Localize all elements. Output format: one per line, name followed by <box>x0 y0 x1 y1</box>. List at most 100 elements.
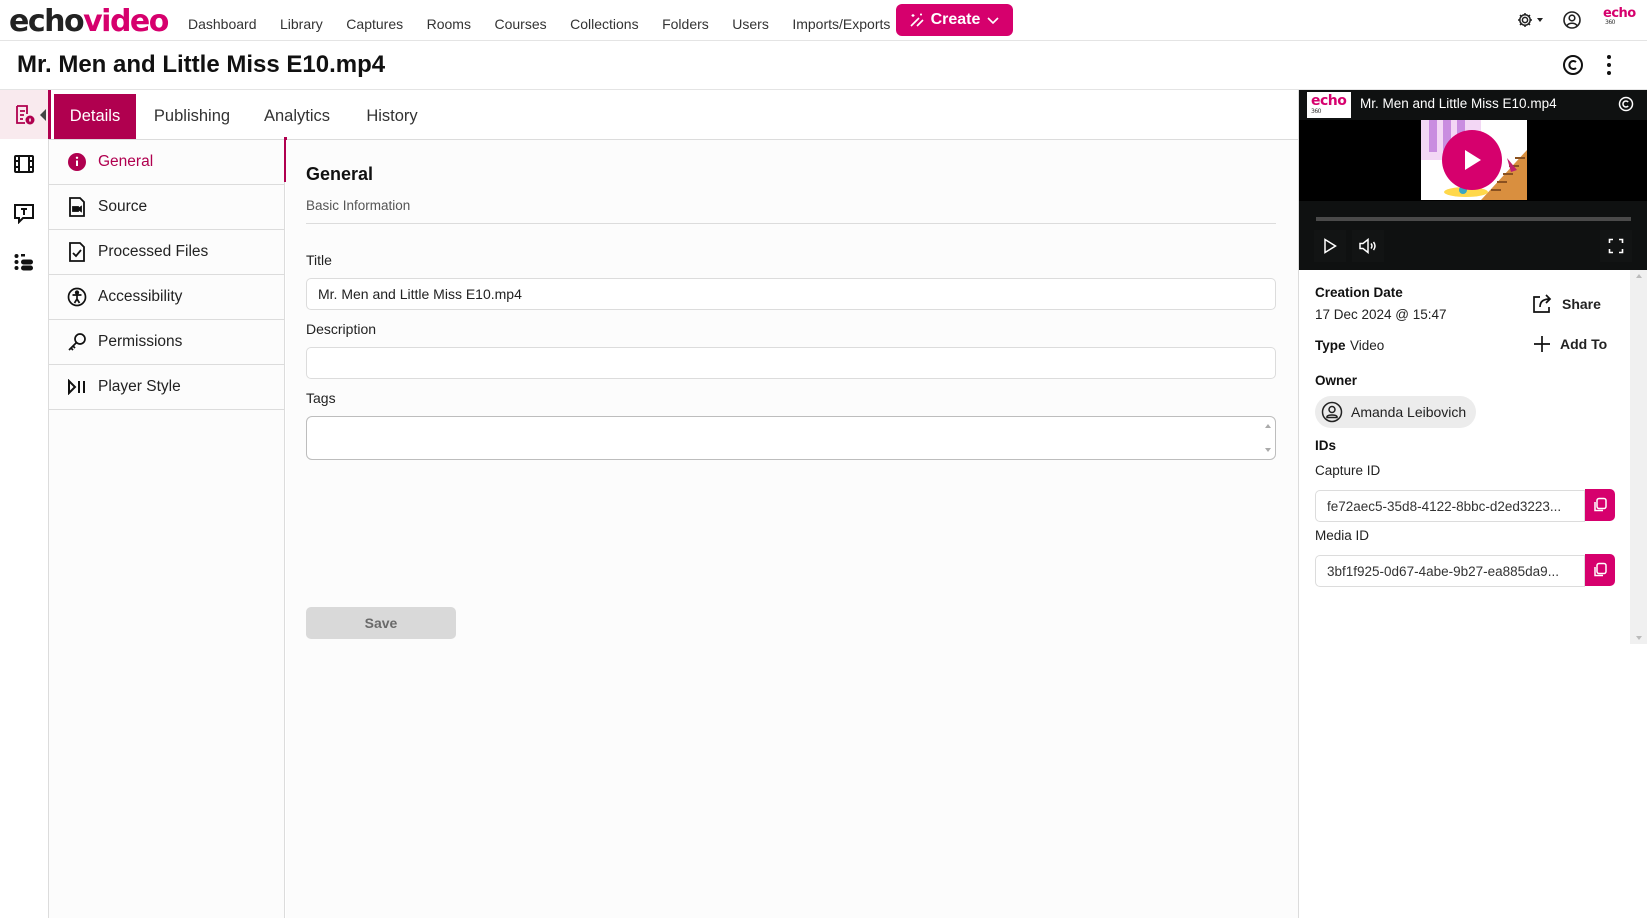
list-settings-icon <box>14 253 33 270</box>
echovideo-logo[interactable]: echovideo <box>9 4 169 39</box>
title-input[interactable]: Mr. Men and Little Miss E10.mp4 <box>306 278 1276 310</box>
media-id-field[interactable]: 3bf1f925-0d67-4abe-9b27-ea885da9... <box>1315 555 1585 587</box>
tab-analytics[interactable]: Analytics <box>252 94 342 139</box>
user-account-button[interactable] <box>1562 10 1582 35</box>
title-label: Title <box>306 252 332 268</box>
details-subnav: General Source Processed Files Accessibi… <box>49 137 287 918</box>
tab-publishing[interactable]: Publishing <box>142 94 242 139</box>
user-circle-icon <box>1321 401 1343 423</box>
copyright-icon <box>1618 96 1634 112</box>
share-button[interactable]: Share <box>1532 294 1601 314</box>
detail-tabs: Details Publishing Analytics History <box>49 90 1298 140</box>
nav-imports-exports[interactable]: Imports/Exports <box>792 16 890 32</box>
file-check-icon <box>69 242 85 262</box>
copyright-icon <box>1563 55 1583 75</box>
nav-dashboard[interactable]: Dashboard <box>188 16 257 32</box>
play-button[interactable] <box>1314 230 1346 262</box>
section-divider <box>306 223 1276 224</box>
chevron-down-icon <box>987 17 999 25</box>
copyright-button[interactable] <box>1562 54 1584 81</box>
owner-chip[interactable]: Amanda Leibovich <box>1315 396 1477 428</box>
copy-capture-id-button[interactable] <box>1585 489 1615 521</box>
subnav-player-style[interactable]: Player Style <box>49 365 285 410</box>
top-nav: echovideo Dashboard Library Captures Roo… <box>0 0 1647 41</box>
rail-captions[interactable] <box>0 188 48 237</box>
share-icon <box>1533 294 1552 313</box>
player-controls <box>1299 201 1647 270</box>
scroll-up-icon[interactable] <box>1636 274 1642 278</box>
tab-details[interactable]: Details <box>54 94 136 139</box>
nav-folders[interactable]: Folders <box>662 16 709 32</box>
more-options-button[interactable] <box>1605 54 1613 81</box>
type-label: Type <box>1315 338 1346 353</box>
rail-list[interactable] <box>0 237 48 286</box>
play-icon <box>1324 238 1337 254</box>
copy-media-id-button[interactable] <box>1585 554 1615 586</box>
nav-captures[interactable]: Captures <box>346 16 403 32</box>
scroll-down-icon[interactable] <box>1636 636 1642 640</box>
settings-menu[interactable] <box>1516 10 1546 35</box>
section-title: General <box>306 164 374 184</box>
subnav-accessibility[interactable]: Accessibility <box>49 275 285 320</box>
nav-rooms[interactable]: Rooms <box>427 16 471 32</box>
description-input[interactable] <box>306 347 1276 379</box>
plus-icon <box>1534 336 1550 352</box>
player-header: echo 360 Mr. Men and Little Miss E10.mp4 <box>1299 90 1647 120</box>
nav-users[interactable]: Users <box>732 16 769 32</box>
main-nav: Dashboard Library Captures Rooms Courses… <box>188 0 914 41</box>
creation-date-label: Creation Date <box>1315 285 1403 300</box>
section-subtitle: Basic Information <box>306 198 411 213</box>
echo360-logo: echo 360 <box>1603 6 1636 26</box>
fullscreen-button[interactable] <box>1600 230 1632 262</box>
rail-media[interactable] <box>0 139 48 188</box>
title-bar: Mr. Men and Little Miss E10.mp4 <box>0 41 1647 90</box>
subnav-general[interactable]: General <box>49 137 287 185</box>
media-side-panel: echo 360 Mr. Men and Little Miss E10.mp4 <box>1298 90 1647 918</box>
tags-input[interactable] <box>306 416 1276 460</box>
echo360-badge: echo 360 <box>1307 92 1351 118</box>
create-button[interactable]: Create <box>896 4 1013 36</box>
document-info-icon <box>16 104 35 124</box>
caption-bubble-icon <box>14 203 34 224</box>
page-title: Mr. Men and Little Miss E10.mp4 <box>17 51 386 78</box>
fullscreen-icon <box>1608 238 1624 254</box>
copy-icon <box>1594 562 1607 577</box>
video-file-icon <box>69 197 85 217</box>
video-player[interactable]: echo 360 Mr. Men and Little Miss E10.mp4 <box>1299 90 1647 270</box>
nav-library[interactable]: Library <box>280 16 323 32</box>
play-overlay-button[interactable] <box>1442 130 1502 190</box>
subnav-processed-files[interactable]: Processed Files <box>49 230 285 275</box>
spin-up-icon[interactable] <box>1265 424 1271 428</box>
key-icon <box>68 333 86 351</box>
ids-label: IDs <box>1315 438 1337 453</box>
play-icon <box>1465 150 1481 170</box>
add-to-button[interactable]: Add To <box>1532 334 1607 354</box>
rail-active-caret <box>40 109 46 121</box>
progress-bar[interactable] <box>1316 217 1631 221</box>
capture-id-label: Capture ID <box>1315 463 1381 478</box>
player-copyright-button[interactable] <box>1618 96 1634 117</box>
info-circle-icon <box>68 153 86 171</box>
panel-scrollbar[interactable] <box>1630 270 1647 644</box>
left-rail <box>0 90 51 918</box>
owner-label: Owner <box>1315 373 1358 388</box>
subnav-source[interactable]: Source <box>49 185 285 230</box>
save-button[interactable]: Save <box>306 607 456 639</box>
description-label: Description <box>306 321 377 337</box>
tab-history[interactable]: History <box>352 94 432 139</box>
general-form: General Basic Information Title Mr. Men … <box>286 140 1298 918</box>
spin-down-icon[interactable] <box>1265 448 1271 452</box>
volume-button[interactable] <box>1352 230 1384 262</box>
nav-courses[interactable]: Courses <box>494 16 546 32</box>
creation-date-value: 17 Dec 2024 @ 15:47 <box>1315 307 1447 322</box>
type-value: Video <box>1349 338 1385 353</box>
user-circle-icon <box>1563 11 1581 29</box>
gear-icon <box>1518 13 1543 27</box>
player-title: Mr. Men and Little Miss E10.mp4 <box>1360 96 1557 111</box>
nav-collections[interactable]: Collections <box>570 16 638 32</box>
volume-icon <box>1359 238 1376 254</box>
type-row: Type Video <box>1315 337 1384 355</box>
subnav-permissions[interactable]: Permissions <box>49 320 285 365</box>
media-id-label: Media ID <box>1315 528 1370 543</box>
capture-id-field[interactable]: fe72aec5-35d8-4122-8bbc-d2ed3223... <box>1315 490 1585 522</box>
